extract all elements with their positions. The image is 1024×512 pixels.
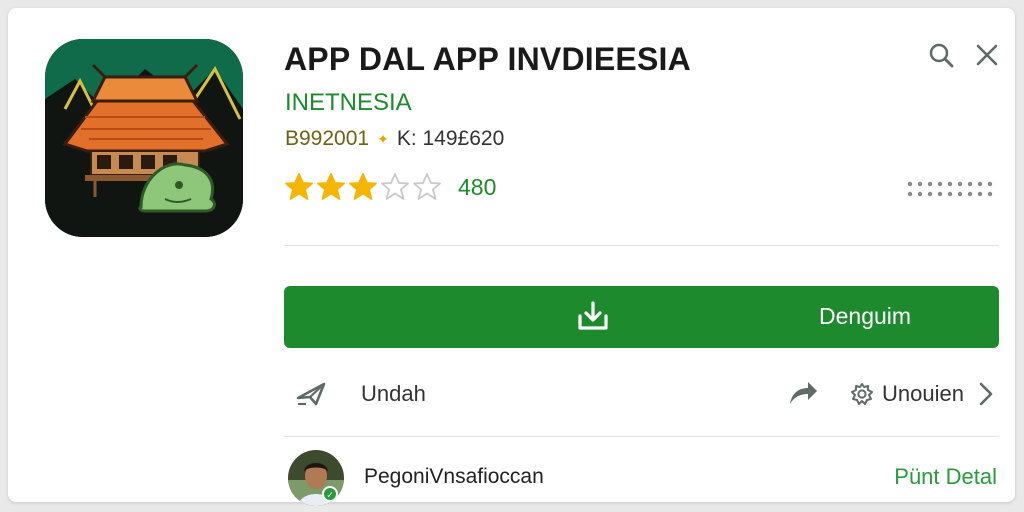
traditional-house-icon	[45, 39, 243, 237]
author-row: ✓ PegoniVnsafioccan Pünt Detal	[284, 448, 999, 506]
star-filled-icon	[285, 173, 313, 200]
star-empty-icon	[381, 173, 409, 200]
star-empty-icon	[413, 173, 441, 200]
avatar-image: ✓	[288, 450, 344, 506]
star-filled-icon	[349, 173, 377, 200]
rating: 480	[284, 171, 496, 203]
app-icon[interactable]	[45, 39, 243, 237]
detail-link[interactable]: Pünt Detal	[894, 464, 997, 490]
close-icon[interactable]	[974, 42, 1000, 68]
app-title: APP DAL APP INVDIEESIA	[284, 41, 691, 77]
developer-name[interactable]: INETNESIA	[285, 89, 412, 117]
more-dots-icon[interactable]	[906, 180, 994, 198]
download-icon	[578, 301, 608, 330]
divider	[284, 436, 999, 437]
install-button[interactable]: Denguim	[284, 286, 999, 348]
share-label[interactable]: Undah	[361, 381, 426, 407]
meta-size: K: 149£620	[396, 127, 505, 150]
app-meta: B992001 ✦ K: 149£620	[285, 126, 504, 152]
star-filled-icon	[317, 173, 345, 200]
divider	[284, 245, 999, 246]
action-row: Undah Unouien	[284, 368, 999, 420]
rating-count: 480	[458, 173, 497, 200]
avatar[interactable]: ✓	[288, 450, 344, 506]
app-card: APP DAL APP INVDIEESIA INETNESIA B992001…	[8, 8, 1015, 506]
search-icon[interactable]	[928, 42, 954, 68]
install-button-label: Denguim	[819, 303, 912, 329]
meta-separator: ✦	[377, 130, 389, 147]
settings-label[interactable]: Unouien	[882, 381, 964, 407]
meta-version: B992001	[285, 127, 370, 150]
author-name[interactable]: PegoniVnsafioccan	[364, 465, 544, 489]
chevron-right-icon[interactable]	[977, 381, 995, 407]
share-icon[interactable]	[294, 378, 328, 408]
rating-stars	[284, 172, 444, 202]
settings-gear-icon[interactable]	[850, 382, 874, 406]
forward-arrow-icon[interactable]	[786, 378, 820, 408]
svg-text:✓: ✓	[326, 491, 334, 501]
